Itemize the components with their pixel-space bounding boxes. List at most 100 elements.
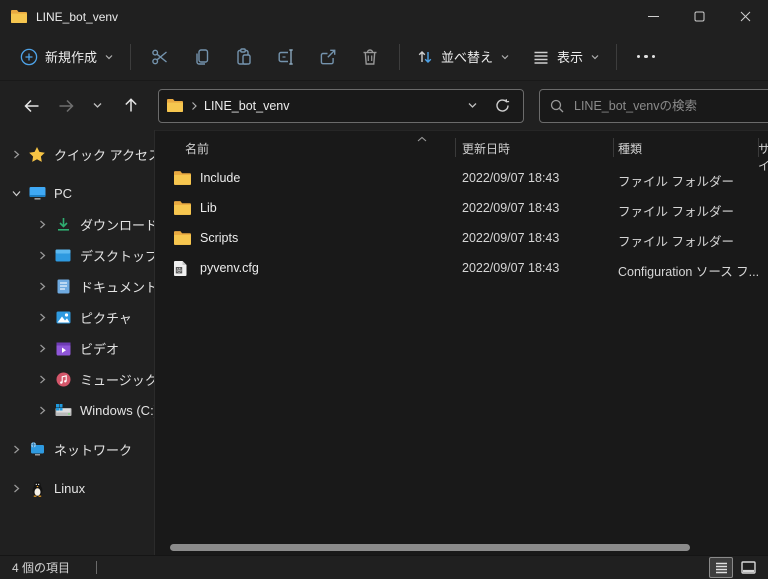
- scissors-icon: [150, 47, 170, 67]
- pictures-icon: [54, 311, 72, 324]
- document-icon: [54, 279, 72, 294]
- up-button[interactable]: [116, 91, 146, 121]
- file-row-scripts[interactable]: Scripts 2022/09/07 18:43 ファイル フォルダー: [155, 224, 768, 254]
- chevron-right-icon[interactable]: [8, 150, 24, 159]
- file-name[interactable]: Scripts: [200, 231, 238, 245]
- file-name[interactable]: Include: [200, 171, 240, 185]
- sidebar-item-linux[interactable]: Linux: [0, 473, 154, 504]
- sidebar-item-videos[interactable]: ビデオ: [0, 333, 154, 364]
- desktop-icon: [54, 249, 72, 262]
- sidebar-item-pictures[interactable]: ピクチャ: [0, 302, 154, 333]
- plus-circle-icon: [20, 48, 38, 66]
- file-row-lib[interactable]: Lib 2022/09/07 18:43 ファイル フォルダー: [155, 194, 768, 224]
- rename-button[interactable]: [265, 39, 307, 75]
- column-resize-handle[interactable]: [613, 138, 614, 157]
- paste-icon: [234, 47, 254, 67]
- refresh-button[interactable]: [489, 93, 515, 119]
- see-more-button[interactable]: [625, 39, 667, 75]
- address-bar[interactable]: LINE_bot_venv: [158, 88, 524, 123]
- paste-button[interactable]: [223, 39, 265, 75]
- details-view-toggle[interactable]: [709, 557, 733, 578]
- file-name[interactable]: pyvenv.cfg: [200, 261, 259, 275]
- toolbar-separator: [399, 43, 401, 70]
- file-name[interactable]: Lib: [200, 201, 217, 215]
- file-type: ファイル フォルダー: [618, 175, 734, 189]
- download-icon: [54, 217, 72, 232]
- recent-locations-button[interactable]: [82, 91, 112, 121]
- chevron-right-icon[interactable]: [34, 251, 50, 260]
- chevron-right-icon[interactable]: [8, 445, 24, 454]
- horizontal-scrollbar-thumb[interactable]: [170, 544, 690, 551]
- folder-icon: [174, 231, 191, 248]
- chevron-right-icon[interactable]: [34, 220, 50, 229]
- sidebar-item-downloads[interactable]: ダウンロード: [0, 209, 154, 240]
- chevron-right-icon[interactable]: [34, 313, 50, 322]
- sidebar-item-label: Windows (C:): [80, 403, 155, 418]
- delete-button[interactable]: [349, 39, 391, 75]
- file-row-include[interactable]: Include 2022/09/07 18:43 ファイル フォルダー: [155, 164, 768, 194]
- file-date: 2022/09/07 18:43: [462, 201, 560, 215]
- sidebar-item-music[interactable]: ミュージック: [0, 364, 154, 395]
- sidebar-item-desktop[interactable]: デスクトップ: [0, 240, 154, 271]
- search-input[interactable]: [574, 98, 762, 113]
- videos-icon: [54, 342, 72, 356]
- forward-button[interactable]: [51, 91, 81, 121]
- new-button[interactable]: 新規作成: [12, 39, 122, 75]
- minimize-button[interactable]: [630, 0, 676, 33]
- sidebar-item-label: ビデオ: [80, 342, 120, 357]
- chevron-down-icon: [104, 52, 114, 62]
- chevron-right-icon[interactable]: [34, 406, 50, 415]
- sidebar-item-label: PC: [54, 186, 73, 201]
- item-count: 4 個の項目: [12, 561, 71, 575]
- address-folder-icon: [167, 99, 183, 112]
- star-icon: [28, 147, 46, 162]
- column-header-name[interactable]: 名前: [185, 140, 209, 157]
- copy-button[interactable]: [181, 39, 223, 75]
- sidebar-item-documents[interactable]: ドキュメント: [0, 271, 154, 302]
- column-header-date[interactable]: 更新日時: [462, 140, 510, 157]
- main-area: クイック アクセス PC ダウンロード デスクトップ ドキュメント ピクチャ ビ…: [0, 130, 768, 555]
- chevron-down-icon[interactable]: [8, 189, 24, 198]
- back-button[interactable]: [16, 91, 46, 121]
- sidebar-item-windows-c[interactable]: Windows (C:): [0, 395, 154, 426]
- column-header-type[interactable]: 種類: [618, 140, 642, 157]
- config-file-icon: [174, 261, 187, 279]
- chevron-right-icon[interactable]: [34, 344, 50, 353]
- view-button[interactable]: 表示: [524, 39, 608, 75]
- toolbar-separator: [616, 43, 618, 70]
- cut-button[interactable]: [139, 39, 181, 75]
- network-icon: [28, 442, 46, 457]
- chevron-right-icon[interactable]: [8, 484, 24, 493]
- sidebar-item-pc[interactable]: PC: [0, 178, 154, 209]
- sidebar-item-quick-access[interactable]: クイック アクセス: [0, 139, 154, 170]
- command-bar: 新規作成 並べ替え 表示: [0, 33, 768, 81]
- chevron-down-icon: [590, 52, 600, 62]
- search-box[interactable]: [539, 88, 768, 123]
- copy-icon: [192, 47, 212, 67]
- large-thumbnails-view-toggle[interactable]: [736, 557, 760, 578]
- sort-button[interactable]: 並べ替え: [408, 39, 518, 75]
- music-icon: [54, 372, 72, 387]
- chevron-right-icon[interactable]: [34, 282, 50, 291]
- sidebar-item-network[interactable]: ネットワーク: [0, 434, 154, 465]
- file-date: 2022/09/07 18:43: [462, 261, 560, 275]
- breadcrumb-chevron-icon: [190, 101, 198, 111]
- address-dropdown-button[interactable]: [459, 93, 485, 119]
- navigation-pane: クイック アクセス PC ダウンロード デスクトップ ドキュメント ピクチャ ビ…: [0, 130, 155, 555]
- view-button-label: 表示: [557, 50, 584, 65]
- chevron-right-icon[interactable]: [34, 375, 50, 384]
- window-title: LINE_bot_venv: [36, 9, 119, 24]
- search-icon: [550, 99, 564, 113]
- titlebar: LINE_bot_venv: [0, 0, 768, 33]
- sidebar-item-label: Linux: [54, 481, 86, 496]
- share-button[interactable]: [307, 39, 349, 75]
- column-resize-handle[interactable]: [455, 138, 456, 157]
- breadcrumb-path[interactable]: LINE_bot_venv: [204, 99, 289, 113]
- status-bar: 4 個の項目: [0, 555, 768, 579]
- status-divider: [96, 561, 98, 574]
- file-row-pyvenv-cfg[interactable]: pyvenv.cfg 2022/09/07 18:43 Configuratio…: [155, 254, 768, 284]
- close-button[interactable]: [722, 0, 768, 33]
- column-resize-handle[interactable]: [758, 138, 759, 157]
- file-rows: Include 2022/09/07 18:43 ファイル フォルダー Lib …: [155, 164, 768, 284]
- maximize-button[interactable]: [676, 0, 722, 33]
